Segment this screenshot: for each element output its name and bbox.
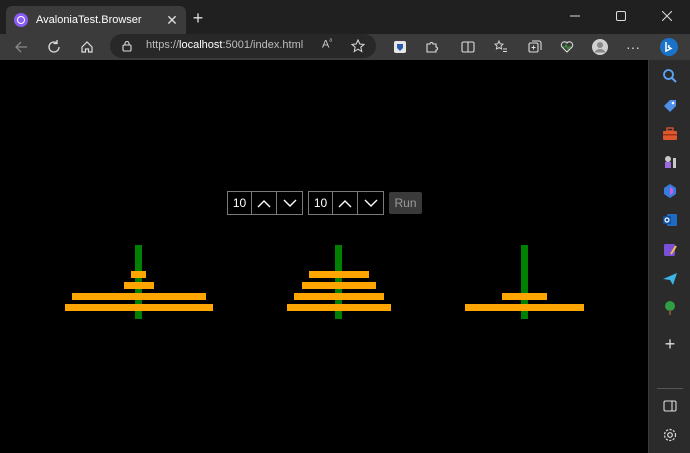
extension-button[interactable] bbox=[390, 37, 410, 57]
hide-sidebar-button[interactable] bbox=[660, 396, 680, 416]
disks-count-value[interactable]: 10 bbox=[228, 192, 252, 214]
avalonia-favicon-icon bbox=[14, 13, 28, 27]
more-options-icon[interactable]: ··· bbox=[623, 37, 643, 57]
url-path: :5001/index.html bbox=[222, 39, 304, 51]
sidebar-designer[interactable] bbox=[660, 240, 680, 260]
disk bbox=[65, 304, 213, 311]
close-window-button[interactable] bbox=[644, 0, 690, 32]
second-spinner[interactable]: 10 bbox=[308, 191, 384, 215]
sidebar-add-icon[interactable]: + bbox=[660, 334, 680, 354]
edge-sidebar: + bbox=[648, 60, 690, 453]
search-icon bbox=[663, 69, 677, 83]
toolbox-icon bbox=[663, 127, 677, 140]
disks-count-spinner[interactable]: 10 bbox=[227, 191, 303, 215]
sidebar-games[interactable] bbox=[660, 152, 680, 172]
collections-button[interactable] bbox=[525, 37, 545, 57]
second-decrement-button[interactable] bbox=[358, 192, 383, 214]
favorites-button[interactable] bbox=[491, 37, 511, 57]
tab-title: AvaloniaTest.Browser bbox=[36, 14, 142, 26]
browser-essentials-button[interactable] bbox=[557, 37, 577, 57]
second-increment-button[interactable] bbox=[333, 192, 358, 214]
minimize-button[interactable] bbox=[552, 0, 598, 32]
url-scheme: https:// bbox=[146, 39, 180, 51]
bing-icon bbox=[660, 38, 678, 56]
disk bbox=[309, 271, 369, 278]
address-bar[interactable]: https://localhost:5001/index.html Aᵃ bbox=[110, 34, 376, 58]
chevron-up-icon bbox=[338, 199, 352, 207]
lock-icon[interactable] bbox=[122, 40, 132, 52]
chevron-up-icon bbox=[257, 199, 271, 207]
sidebar-settings[interactable] bbox=[660, 425, 680, 445]
disk bbox=[302, 282, 376, 289]
disks-increment-button[interactable] bbox=[252, 192, 277, 214]
sidebar-tools[interactable] bbox=[660, 124, 680, 144]
sidebar-outlook[interactable] bbox=[660, 210, 680, 230]
back-button[interactable] bbox=[11, 37, 31, 57]
disk bbox=[294, 293, 384, 300]
outlook-icon bbox=[663, 214, 677, 226]
browser-toolbar: https://localhost:5001/index.html Aᵃ ··· bbox=[0, 34, 690, 60]
heart-pulse-icon bbox=[560, 41, 574, 53]
browser-window: AvaloniaTest.Browser ✕ + https://localho… bbox=[0, 0, 690, 453]
minimize-icon bbox=[570, 15, 580, 17]
refresh-button[interactable] bbox=[44, 37, 64, 57]
split-screen-icon bbox=[461, 41, 475, 53]
avatar bbox=[592, 39, 608, 55]
chess-piece-icon bbox=[665, 156, 676, 168]
sidebar-copilot[interactable] bbox=[660, 181, 680, 201]
favorite-star-icon[interactable] bbox=[351, 39, 365, 53]
run-button[interactable]: Run bbox=[389, 192, 422, 214]
back-arrow-icon bbox=[15, 41, 27, 53]
chevron-down-icon bbox=[364, 199, 377, 207]
tab-strip: AvaloniaTest.Browser ✕ + bbox=[0, 0, 690, 34]
disk bbox=[502, 293, 547, 300]
disk bbox=[287, 304, 391, 311]
tag-icon bbox=[664, 100, 676, 112]
sidebar-tree[interactable] bbox=[660, 298, 680, 318]
maximize-icon bbox=[616, 11, 626, 21]
tab-active[interactable]: AvaloniaTest.Browser ✕ bbox=[6, 6, 186, 34]
designer-icon bbox=[664, 244, 677, 256]
sidebar-divider bbox=[657, 388, 683, 389]
home-button[interactable] bbox=[77, 37, 97, 57]
home-icon bbox=[81, 41, 93, 53]
second-spinner-value[interactable]: 10 bbox=[309, 192, 333, 214]
url-host: localhost bbox=[179, 39, 223, 51]
disks-decrement-button[interactable] bbox=[277, 192, 302, 214]
gear-icon bbox=[663, 428, 677, 442]
collections-icon bbox=[528, 40, 542, 53]
maximize-button[interactable] bbox=[598, 0, 644, 32]
tab-close-icon[interactable]: ✕ bbox=[164, 12, 180, 28]
web-content: 10 10 Run bbox=[0, 60, 648, 453]
disk bbox=[72, 293, 206, 300]
window-controls bbox=[552, 0, 690, 32]
new-tab-button[interactable]: + bbox=[189, 9, 207, 27]
sidebar-send[interactable] bbox=[660, 269, 680, 289]
disk bbox=[124, 282, 154, 289]
profile-button[interactable] bbox=[590, 37, 610, 57]
bing-copilot-button[interactable] bbox=[659, 37, 679, 57]
close-icon bbox=[662, 11, 672, 21]
puzzle-icon bbox=[426, 42, 438, 53]
extensions-button[interactable] bbox=[422, 37, 442, 57]
disk bbox=[131, 271, 146, 278]
extension-shield-icon bbox=[394, 41, 406, 53]
read-aloud-icon[interactable]: Aᵃ bbox=[322, 38, 332, 51]
tree-icon bbox=[665, 301, 675, 315]
refresh-icon bbox=[48, 40, 60, 53]
disk bbox=[465, 304, 584, 311]
sidebar-search[interactable] bbox=[660, 66, 680, 86]
chevron-down-icon bbox=[283, 199, 296, 207]
sidebar-shopping[interactable] bbox=[660, 96, 680, 116]
url-text[interactable]: https://localhost:5001/index.html bbox=[146, 39, 303, 51]
favorites-list-icon bbox=[494, 40, 507, 52]
sidebar-toggle-icon bbox=[663, 400, 677, 412]
split-screen-button[interactable] bbox=[458, 37, 478, 57]
send-icon bbox=[663, 273, 677, 285]
copilot-icon bbox=[664, 184, 676, 198]
